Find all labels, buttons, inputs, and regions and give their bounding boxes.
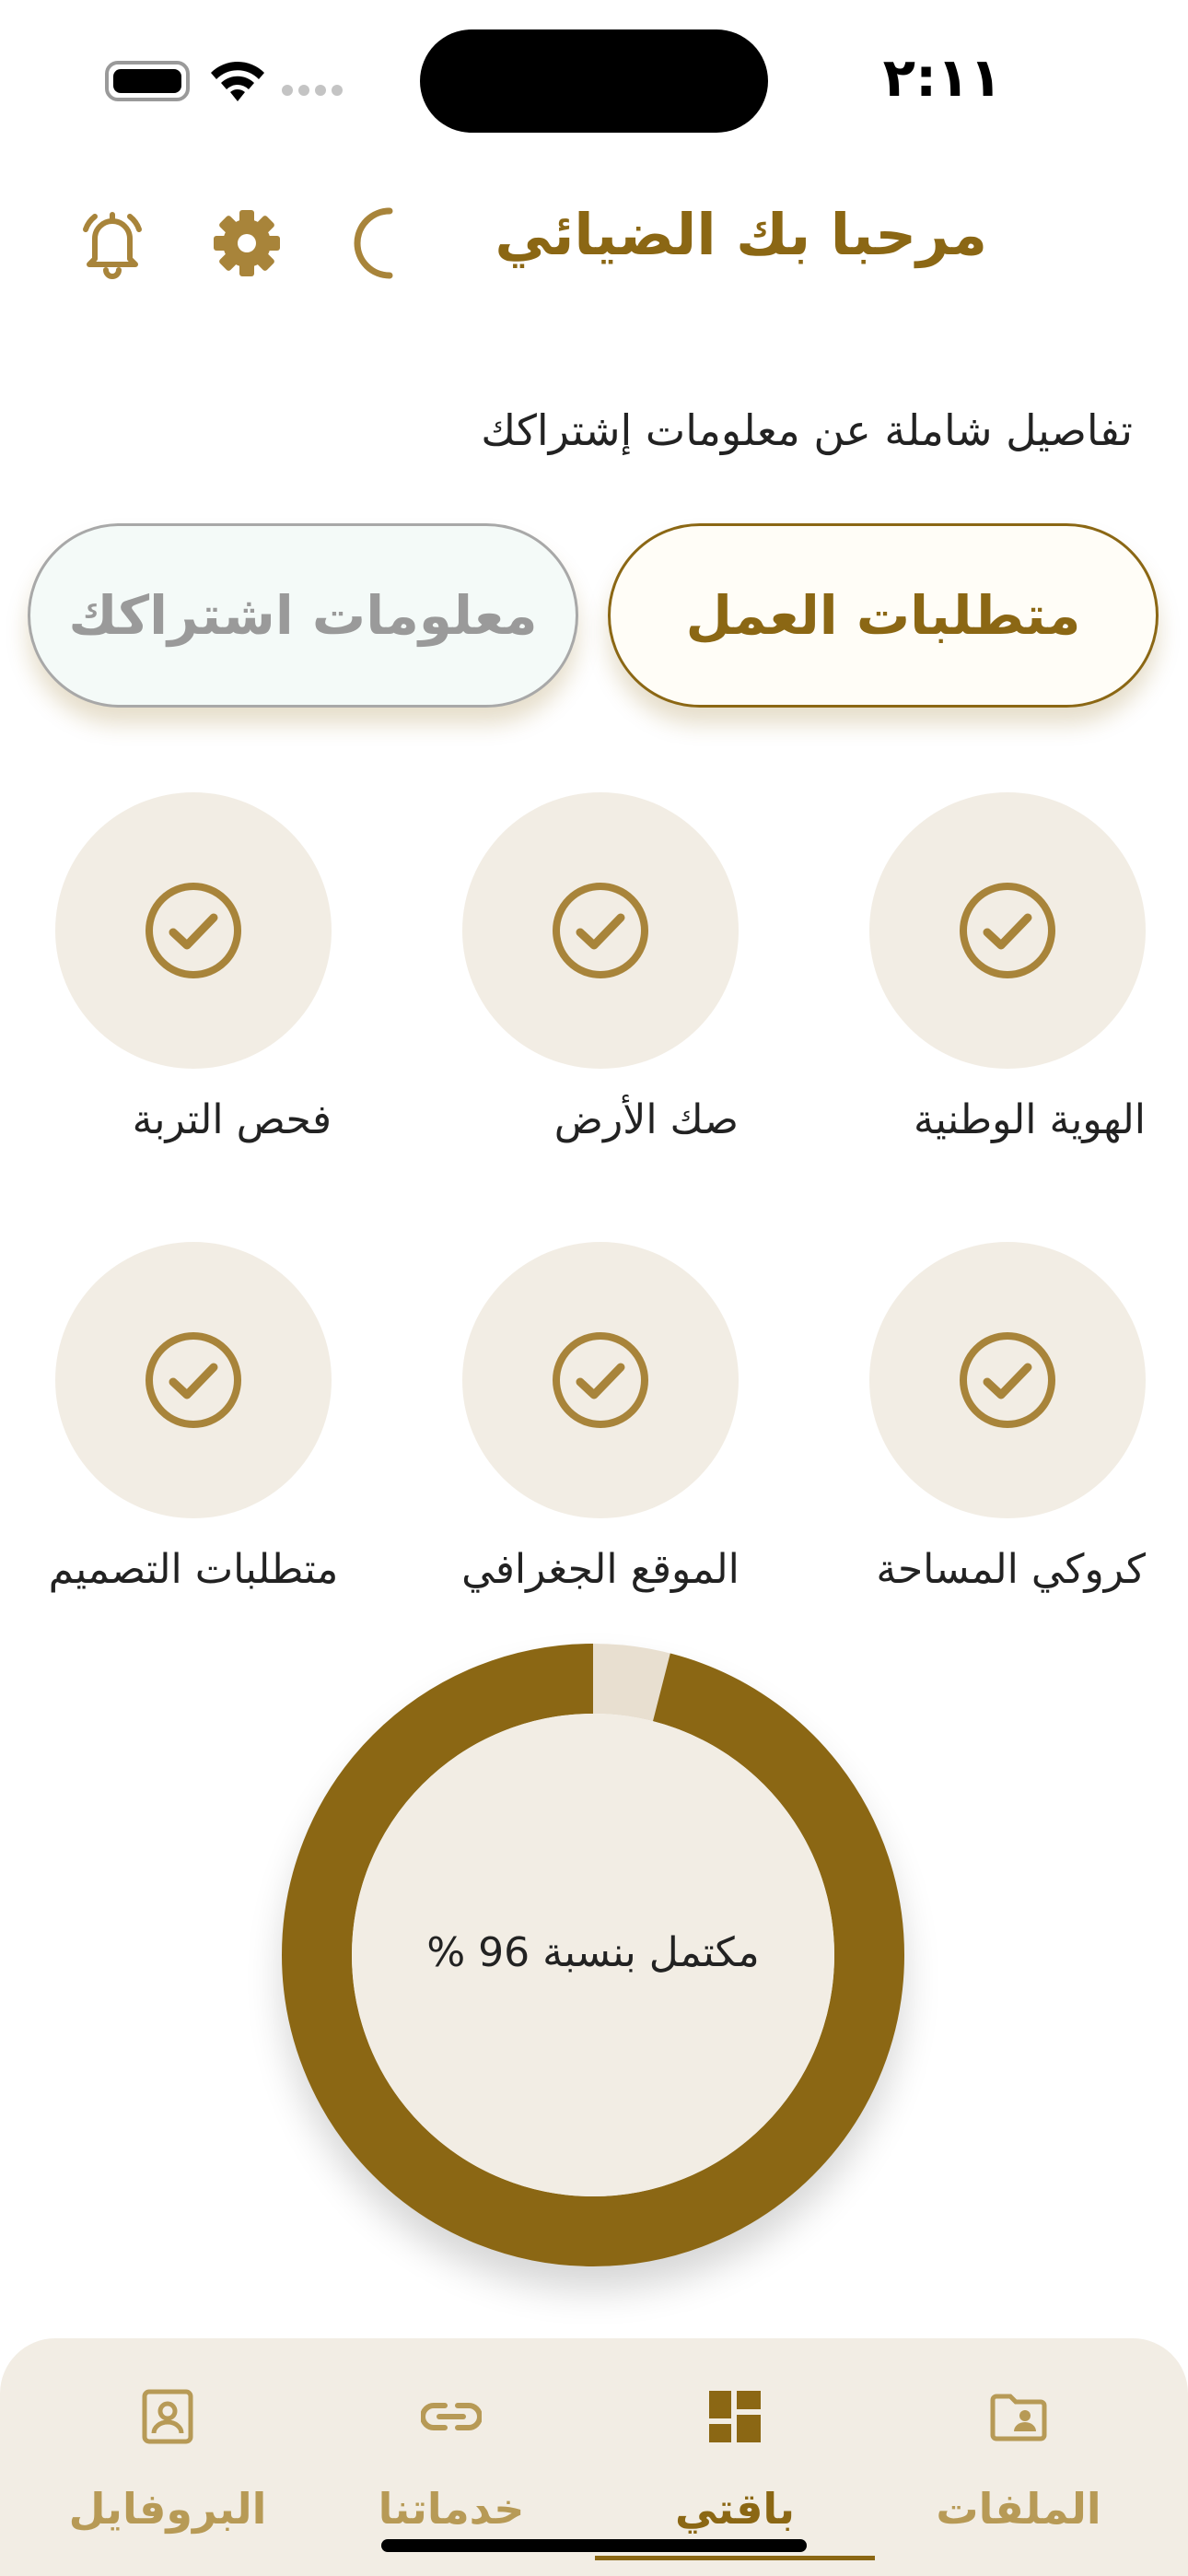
gear-icon[interactable] [208, 205, 285, 282]
link-icon [313, 2375, 589, 2458]
home-indicator[interactable] [381, 2539, 807, 2552]
requirement-label: الموقع الجغرافي [461, 1546, 740, 1593]
progress-donut: مكتمل بنسبة 96 % [282, 1644, 904, 2266]
folder-user-icon [880, 2375, 1157, 2458]
nav-item-our-services[interactable]: خدماتنا [313, 2375, 589, 2534]
nav-label: البروفايل [68, 2484, 267, 2534]
check-circle-icon [55, 1242, 332, 1518]
nav-item-profile[interactable]: البروفايل [29, 2375, 306, 2534]
requirement-label: كروكي المساحة [876, 1546, 1146, 1593]
check-circle-icon [869, 792, 1146, 1069]
active-tab-indicator [595, 2556, 875, 2560]
requirement-soil-test[interactable]: فحص التربة [55, 792, 332, 1143]
tab-subscription-info[interactable]: معلومات اشتراكك [28, 523, 578, 708]
bell-icon[interactable] [74, 205, 151, 282]
requirement-label: متطلبات التصميم [48, 1546, 339, 1593]
requirement-geo-location[interactable]: الموقع الجغرافي [461, 1242, 740, 1593]
check-circle-icon [462, 792, 739, 1069]
requirement-label: صك الأرض [553, 1096, 739, 1143]
requirement-survey-sketch[interactable]: كروكي المساحة [869, 1242, 1146, 1593]
nav-label: خدماتنا [378, 2484, 525, 2534]
requirement-label: الهوية الوطنية [914, 1096, 1146, 1143]
battery-icon [105, 61, 190, 101]
tab-work-requirements[interactable]: متطلبات العمل [608, 523, 1159, 708]
requirement-design-requirements[interactable]: متطلبات التصميم [49, 1242, 338, 1593]
requirement-national-id[interactable]: الهوية الوطنية [869, 792, 1146, 1143]
requirement-label: فحص التربة [132, 1096, 332, 1143]
check-circle-icon [462, 1242, 739, 1518]
dynamic-island [420, 29, 768, 133]
nav-label: باقتي [675, 2484, 795, 2534]
wifi-icon [211, 61, 264, 101]
requirement-land-deed[interactable]: صك الأرض [462, 792, 739, 1143]
nav-item-files[interactable]: الملفات [880, 2375, 1157, 2534]
nav-label: الملفات [936, 2484, 1101, 2534]
profile-icon [29, 2375, 306, 2458]
status-time: ٢:١١ [882, 46, 1002, 109]
page-subtitle: تفاصيل شاملة عن معلومات إشتراكك [481, 405, 1133, 455]
moon-icon[interactable] [343, 205, 420, 282]
cellular-signal-icon [282, 85, 343, 96]
nav-item-my-package[interactable]: باقتي [597, 2375, 873, 2534]
dashboard-icon [597, 2375, 873, 2458]
check-circle-icon [869, 1242, 1146, 1518]
check-circle-icon [55, 792, 332, 1069]
progress-label: مكتمل بنسبة 96 % [426, 1929, 760, 1976]
page-title: مرحبا بك الضيائي [495, 201, 987, 268]
